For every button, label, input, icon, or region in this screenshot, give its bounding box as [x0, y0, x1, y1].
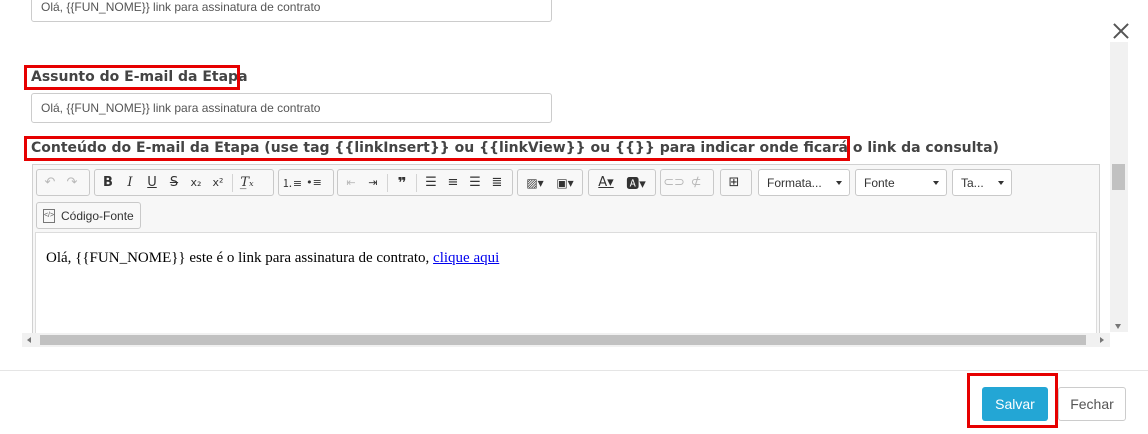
paragraph-group: ⇤ ⇥ ❞ ☰ ≡ ☰ ≣ — [337, 169, 513, 196]
font-select[interactable]: Fonte — [855, 169, 947, 196]
align-right-icon[interactable]: ☰ — [464, 172, 486, 193]
footer-divider — [0, 370, 1148, 371]
media-icon[interactable]: ▣▾ — [550, 172, 580, 193]
indent-icon[interactable]: ⇥ — [362, 172, 384, 193]
insert-media-group: ▨▾ ▣▾ — [517, 169, 583, 196]
link-group: ⊂⊃ ⊄ — [660, 169, 714, 196]
list-group: ⒈≡ •≡ — [278, 169, 334, 196]
editor-body-text: Olá, {{FUN_NOME}} este é o link para ass… — [46, 250, 430, 266]
previous-field[interactable]: Olá, {{FUN_NOME}} link para assinatura d… — [31, 0, 552, 22]
outdent-icon[interactable]: ⇤ — [340, 172, 362, 193]
text-color-icon[interactable]: A▾ — [591, 172, 621, 193]
horizontal-scrollbar[interactable] — [22, 333, 1110, 347]
horizontal-scrollbar-thumb[interactable] — [40, 335, 1086, 345]
underline-icon[interactable]: U — [141, 172, 163, 193]
unlink-icon[interactable]: ⊄ — [685, 172, 707, 193]
history-group: ↶ ↷ — [36, 169, 90, 196]
background-color-icon[interactable]: 🅰▾ — [621, 172, 651, 193]
separator — [232, 173, 233, 192]
align-left-icon[interactable]: ☰ — [420, 172, 442, 193]
link-icon[interactable]: ⊂⊃ — [663, 172, 685, 193]
editor-toolbar: ↶ ↷ B I U S x₂ x² T̲ₓ ⒈≡ •≡ ⇤ ⇥ ❞ ☰ ≡ ☰ … — [33, 165, 1099, 233]
bulleted-list-icon[interactable]: •≡ — [303, 172, 325, 193]
chevron-down-icon — [836, 181, 842, 185]
remove-format-icon[interactable]: T̲ₓ — [236, 172, 258, 193]
highlight-box-subject — [24, 65, 240, 90]
vertical-scrollbar-thumb[interactable] — [1112, 164, 1125, 190]
separator — [387, 173, 388, 192]
format-select-label: Formata... — [767, 176, 822, 190]
scroll-down-arrow-icon[interactable] — [1115, 324, 1121, 329]
superscript-icon[interactable]: x² — [207, 172, 229, 193]
editor-content[interactable]: Olá, {{FUN_NOME}} este é o link para ass… — [35, 232, 1097, 342]
scroll-right-arrow-icon[interactable] — [1100, 337, 1104, 343]
chevron-down-icon — [933, 181, 939, 185]
modal-dialog: Olá, {{FUN_NOME}} link para assinatura d… — [0, 0, 1148, 434]
editor-body-link[interactable]: clique aqui — [433, 250, 499, 266]
format-select[interactable]: Formata... — [758, 169, 850, 196]
image-icon[interactable]: ▨▾ — [520, 172, 550, 193]
highlight-box-content — [24, 136, 850, 161]
rich-text-editor: ↶ ↷ B I U S x₂ x² T̲ₓ ⒈≡ •≡ ⇤ ⇥ ❞ ☰ ≡ ☰ … — [32, 164, 1100, 342]
align-center-icon[interactable]: ≡ — [442, 172, 464, 193]
blockquote-icon[interactable]: ❞ — [391, 172, 413, 193]
size-select[interactable]: Ta... — [952, 169, 1012, 196]
chevron-down-icon — [998, 181, 1004, 185]
font-select-label: Fonte — [864, 176, 895, 190]
justify-icon[interactable]: ≣ — [486, 172, 508, 193]
subscript-icon[interactable]: x₂ — [185, 172, 207, 193]
table-group: ⊞ — [720, 169, 752, 196]
separator — [416, 173, 417, 192]
save-button[interactable]: Salvar — [982, 387, 1048, 421]
numbered-list-icon[interactable]: ⒈≡ — [281, 172, 303, 193]
color-group: A▾ 🅰▾ — [588, 169, 656, 196]
subject-input[interactable]: Olá, {{FUN_NOME}} link para assinatura d… — [31, 93, 552, 123]
form-scroll-area: Olá, {{FUN_NOME}} link para assinatura d… — [22, 0, 1128, 348]
table-icon[interactable]: ⊞ — [723, 172, 745, 193]
scroll-left-arrow-icon[interactable] — [27, 337, 31, 343]
italic-icon[interactable]: I — [119, 172, 141, 193]
bold-icon[interactable]: B — [97, 172, 119, 193]
strikethrough-icon[interactable]: S — [163, 172, 185, 193]
close-button[interactable]: Fechar — [1058, 387, 1126, 421]
source-code-icon: </> — [43, 208, 55, 223]
source-code-label: Código-Fonte — [61, 208, 134, 223]
undo-icon[interactable]: ↶ — [39, 172, 61, 193]
vertical-scrollbar[interactable] — [1110, 42, 1128, 332]
redo-icon[interactable]: ↷ — [61, 172, 83, 193]
source-code-button[interactable]: </> Código-Fonte — [36, 202, 141, 229]
text-style-group: B I U S x₂ x² T̲ₓ — [94, 169, 274, 196]
size-select-label: Ta... — [961, 176, 984, 190]
